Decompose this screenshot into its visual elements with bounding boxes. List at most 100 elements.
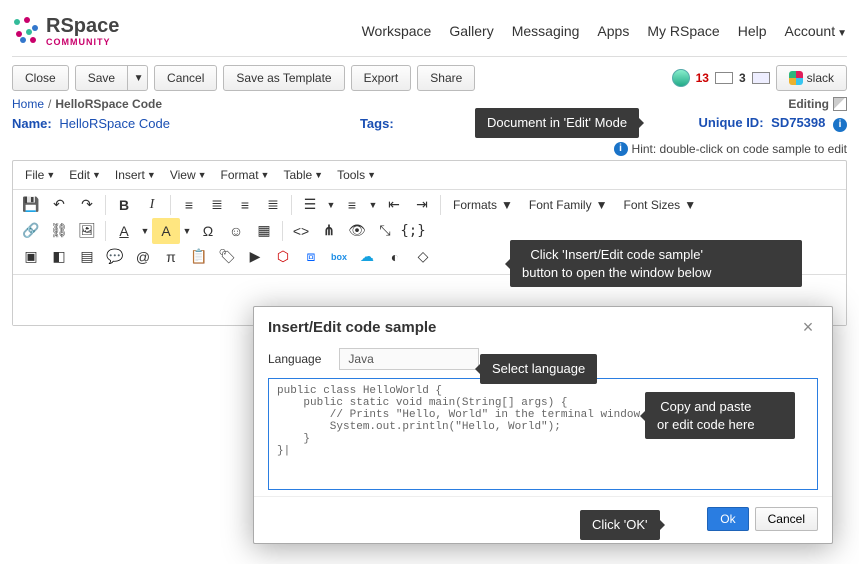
menu-file[interactable]: File▼: [19, 165, 61, 185]
menu-format[interactable]: Format▼: [215, 165, 276, 185]
language-select[interactable]: Java: [339, 348, 479, 370]
bgcolor-icon[interactable]: A: [152, 218, 180, 244]
info-icon[interactable]: i: [833, 118, 847, 132]
table2-icon[interactable]: ▤: [73, 244, 101, 270]
ok-button[interactable]: Ok: [707, 507, 748, 531]
message-count[interactable]: 3: [739, 71, 746, 85]
onedrive-icon[interactable]: ☁: [353, 244, 381, 270]
export-button[interactable]: Export: [351, 65, 412, 91]
box-icon[interactable]: box: [325, 244, 353, 270]
bgcolor-dropdown-icon[interactable]: ▼: [180, 218, 194, 244]
table-icon[interactable]: ▦: [250, 218, 278, 244]
edit-status: Editing: [788, 97, 847, 111]
close-button[interactable]: Close: [12, 65, 69, 91]
clipboard-icon[interactable]: 📋: [185, 244, 213, 270]
at-icon[interactable]: @: [129, 244, 157, 270]
nav-gallery[interactable]: Gallery: [449, 23, 493, 39]
menu-insert[interactable]: Insert▼: [109, 165, 162, 185]
nav-messaging[interactable]: Messaging: [512, 23, 580, 39]
bold-icon[interactable]: B: [110, 192, 138, 218]
save-icon[interactable]: 💾: [17, 192, 45, 218]
menu-view[interactable]: View▼: [164, 165, 213, 185]
nav-help[interactable]: Help: [738, 23, 767, 39]
menu-edit[interactable]: Edit▼: [63, 165, 107, 185]
globe-icon[interactable]: [672, 69, 690, 87]
align-center-icon[interactable]: ≣: [203, 192, 231, 218]
fullscreen-icon[interactable]: ⤡: [371, 218, 399, 244]
misc-icon[interactable]: ◇: [409, 244, 437, 270]
fontfamily-dropdown[interactable]: Font Family▼: [521, 195, 616, 215]
comment-icon[interactable]: 💬: [101, 244, 129, 270]
indent-icon[interactable]: ⇥: [408, 192, 436, 218]
notif-count-red[interactable]: 13: [696, 71, 709, 85]
outdent-icon[interactable]: ⇤: [380, 192, 408, 218]
code-sample-icon[interactable]: {;}: [399, 218, 427, 244]
number-list-icon[interactable]: ≡: [338, 192, 366, 218]
nav-workspace[interactable]: Workspace: [362, 23, 432, 39]
unlink-icon[interactable]: ⛓: [45, 218, 73, 244]
undo-icon[interactable]: ↶: [45, 192, 73, 218]
align-right-icon[interactable]: ≡: [231, 192, 259, 218]
dropbox-icon[interactable]: ⧈: [297, 244, 325, 270]
breadcrumb-doc: HelloRSpace Code: [55, 97, 162, 111]
annot-code-sample: Click 'Insert/Edit code sample' button t…: [510, 240, 802, 287]
brand-sub: COMMUNITY: [46, 38, 119, 47]
textcolor-dropdown-icon[interactable]: ▼: [138, 218, 152, 244]
menu-tools[interactable]: Tools▼: [331, 165, 382, 185]
menu-table[interactable]: Table▼: [277, 165, 329, 185]
chevron-down-icon: ▼: [314, 170, 323, 180]
name-value: HelloRSpace Code: [59, 116, 170, 131]
source-code-icon[interactable]: <>: [287, 218, 315, 244]
redo-icon[interactable]: ↷: [73, 192, 101, 218]
italic-icon[interactable]: I: [138, 192, 166, 218]
align-justify-icon[interactable]: ≣: [259, 192, 287, 218]
save-button[interactable]: Save: [75, 65, 128, 91]
modal-cancel-button[interactable]: Cancel: [755, 507, 818, 531]
envelope2-icon[interactable]: [752, 72, 770, 84]
find-icon[interactable]: ⋔: [315, 218, 343, 244]
logo-mark-icon: [12, 17, 40, 45]
chevron-down-icon: ▼: [261, 170, 270, 180]
sketch-icon[interactable]: π: [157, 244, 185, 270]
bullet-list-icon[interactable]: ☰: [296, 192, 324, 218]
record-icon[interactable]: ▣: [17, 244, 45, 270]
emoji-icon[interactable]: ☺: [222, 218, 250, 244]
share-button[interactable]: Share: [417, 65, 475, 91]
cancel-button[interactable]: Cancel: [154, 65, 217, 91]
nav-account[interactable]: Account▼: [785, 23, 848, 39]
chart-icon[interactable]: ◧: [45, 244, 73, 270]
bullet-list-dropdown-icon[interactable]: ▼: [324, 192, 338, 218]
slack-label: slack: [807, 71, 834, 85]
chevron-down-icon: ▼: [134, 73, 144, 84]
chevron-down-icon: ▼: [367, 170, 376, 180]
special-char-icon[interactable]: Ω: [194, 218, 222, 244]
chevron-down-icon: ▼: [92, 170, 101, 180]
slack-button[interactable]: slack: [776, 65, 847, 91]
slack-icon: [789, 71, 803, 85]
nav-apps[interactable]: Apps: [597, 23, 629, 39]
chem-icon[interactable]: ⬡: [269, 244, 297, 270]
link-icon[interactable]: 🔗: [17, 218, 45, 244]
nav-myrspace[interactable]: My RSpace: [647, 23, 719, 39]
doc-tags-label: Tags:: [360, 116, 394, 131]
envelope-icon[interactable]: [715, 72, 733, 84]
formats-dropdown[interactable]: Formats▼: [445, 195, 521, 215]
breadcrumb-home[interactable]: Home: [12, 97, 44, 111]
github-icon[interactable]: ◐: [381, 244, 409, 270]
app-logo[interactable]: RSpace COMMUNITY: [12, 15, 119, 47]
fontsizes-dropdown[interactable]: Font Sizes▼: [615, 195, 704, 215]
uid-value[interactable]: SD75398: [771, 115, 825, 130]
align-left-icon[interactable]: ≡: [175, 192, 203, 218]
preview-icon[interactable]: 👁: [343, 218, 371, 244]
close-icon[interactable]: ×: [798, 317, 818, 338]
image-icon[interactable]: 🖼: [73, 218, 101, 244]
edit-status-label: Editing: [788, 97, 829, 111]
number-list-dropdown-icon[interactable]: ▼: [366, 192, 380, 218]
uid-label: Unique ID:: [699, 115, 764, 130]
video-icon[interactable]: ▶: [241, 244, 269, 270]
edit-mode-icon[interactable]: [833, 97, 847, 111]
attachment-icon[interactable]: 🏷: [213, 244, 241, 270]
save-as-template-button[interactable]: Save as Template: [223, 65, 344, 91]
save-dropdown-button[interactable]: ▼: [128, 65, 148, 91]
textcolor-icon[interactable]: A: [110, 218, 138, 244]
